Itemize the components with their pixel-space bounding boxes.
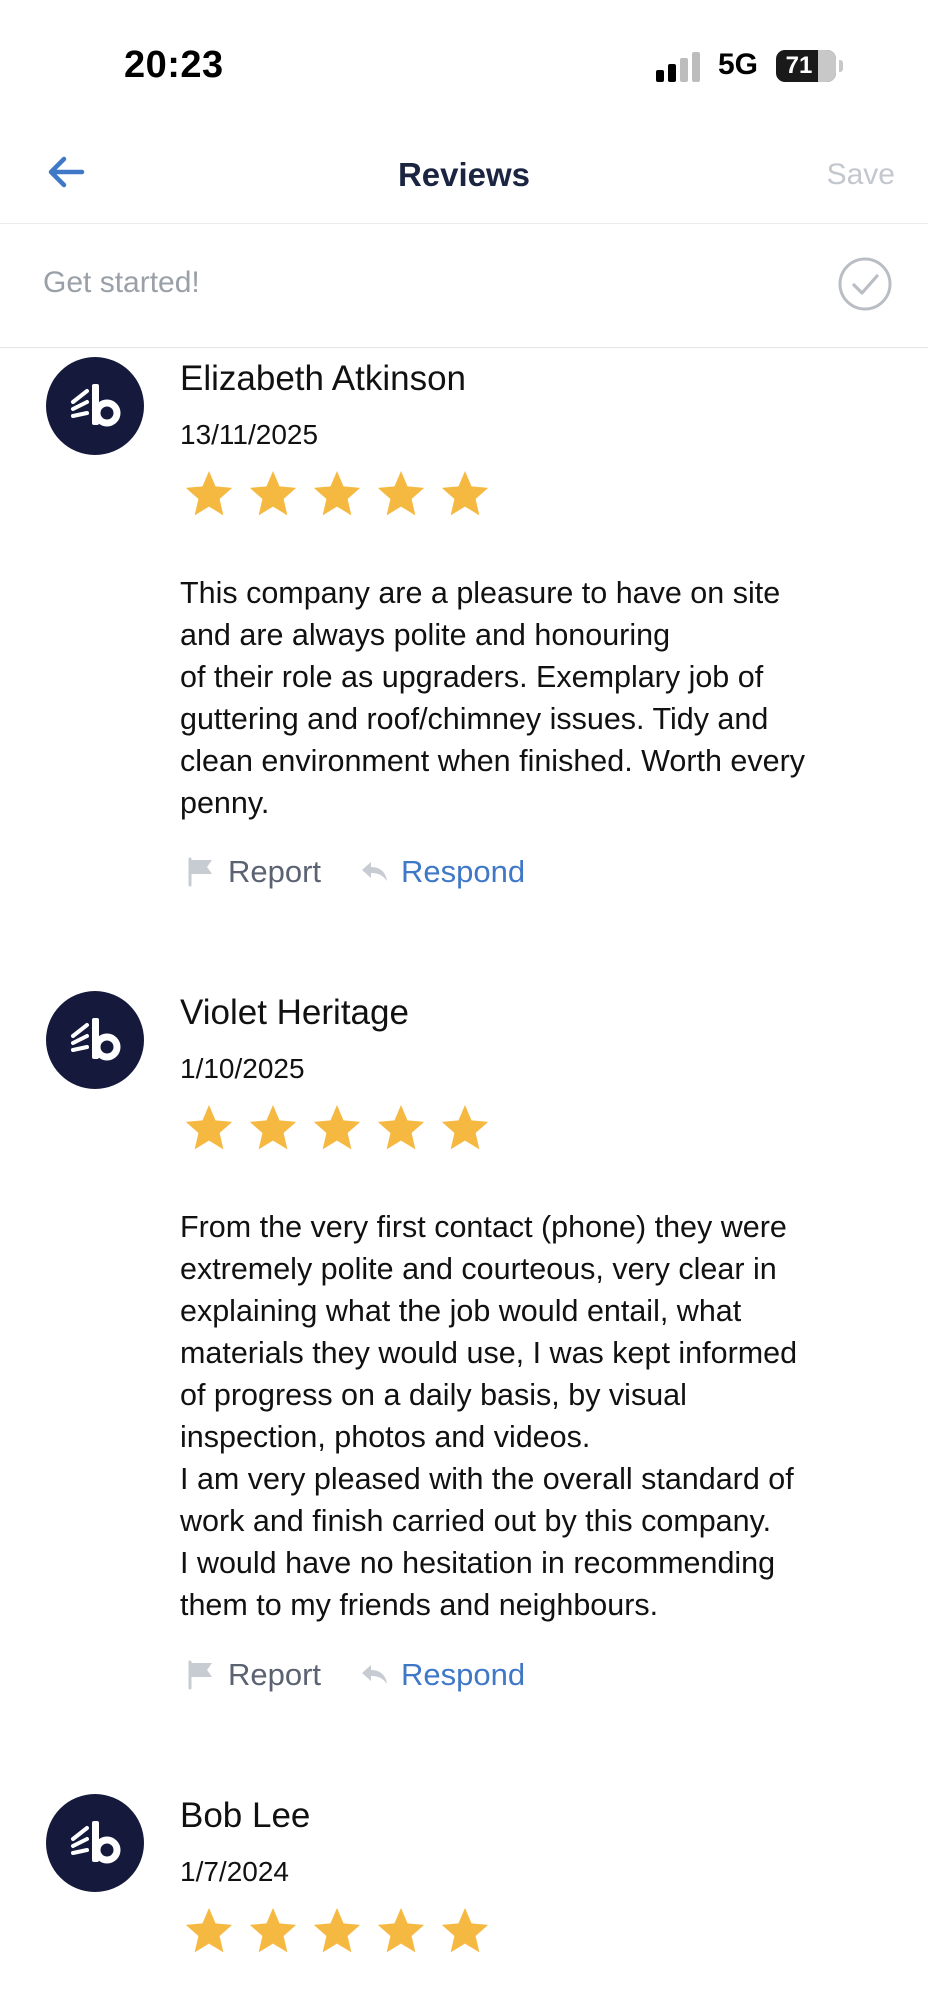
star-icon [441,1908,489,1953]
check-circle-icon [838,257,892,311]
star-rating [182,1101,492,1157]
save-button[interactable]: Save [827,158,895,192]
star-icon [185,1105,233,1150]
review-date: 1/7/2024 [180,1856,289,1887]
review-date: 1/10/2025 [180,1053,305,1084]
get-started-row[interactable]: Get started! [0,224,928,348]
flag-icon [188,1660,212,1690]
get-started-label: Get started! [43,266,200,299]
signal-strength-icon [656,52,704,82]
star-icon [249,1908,297,1953]
star-icon [185,1908,233,1953]
avatar [46,357,144,455]
report-label: Report [228,854,322,889]
reviewer-name: Bob Lee [180,1796,311,1835]
company-logo-icon [71,1821,121,1864]
review-text: From the very first contact (phone) they… [180,1210,798,1622]
report-button[interactable]: Report [186,1657,321,1693]
star-icon [249,1105,297,1150]
star-icon [441,1105,489,1150]
nav-bar: Reviews Save [0,120,928,224]
reply-icon [362,1665,388,1684]
company-logo-icon [71,384,121,427]
battery-level: 71 [785,52,813,79]
review-actions: Report Respond [186,850,525,894]
flag-icon [188,857,212,887]
reviewer-name: Violet Heritage [180,993,409,1032]
avatar [46,991,144,1089]
battery-tip [839,60,843,72]
star-icon [313,1105,361,1150]
review-actions: Report Respond [186,1653,525,1697]
star-icon [185,471,233,516]
respond-button[interactable]: Respond [359,854,525,890]
star-icon [377,1908,425,1953]
report-button[interactable]: Report [186,854,321,890]
reply-icon [362,862,388,881]
respond-button[interactable]: Respond [359,1657,525,1693]
status-bar: 20:23 5G 71 [0,0,928,120]
star-icon [377,471,425,516]
reviewer-name: Elizabeth Atkinson [180,359,467,398]
star-icon [313,471,361,516]
company-logo-icon [71,1018,121,1061]
respond-label: Respond [401,1657,526,1692]
report-label: Report [228,1657,322,1692]
review-date: 13/11/2025 [180,419,319,450]
star-icon [249,471,297,516]
respond-label: Respond [401,854,526,889]
avatar [46,1794,144,1892]
status-time: 20:23 [124,44,224,86]
star-icon [377,1105,425,1150]
network-type: 5G [718,48,759,81]
star-icon [313,1908,361,1953]
page-title: Reviews [397,156,531,193]
battery-icon: 71 [776,50,836,82]
star-rating [182,1904,492,1960]
star-icon [441,471,489,516]
review-text: This company are a pleasure to have on s… [180,576,806,820]
star-rating [182,467,492,523]
